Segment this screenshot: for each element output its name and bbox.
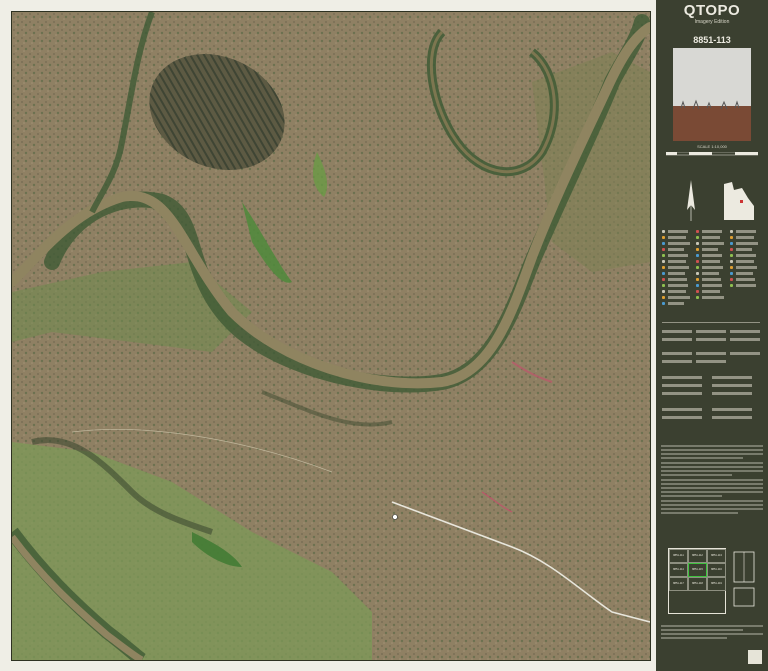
north-arrow-icon [687,180,695,221]
index-sheet-current[interactable]: 8851-115 [688,563,707,577]
index-map: 8851-111 8851-112 8851-113 8851-114 8851… [668,548,726,614]
logo-icon [748,650,762,664]
map-frame [0,0,656,671]
index-sheet[interactable]: 8851-119 [707,577,726,591]
map-subtitle: Imagery Edition [694,19,730,25]
index-sheet[interactable]: 8851-116 [707,563,726,577]
aerial-imagery [12,12,650,660]
index-sheet[interactable]: 8851-114 [669,563,688,577]
aerial-imagery-map[interactable] [11,11,651,661]
state-index-icon [733,551,755,607]
legend [660,230,764,430]
queensland-locator-icon [724,182,754,220]
scale-text: SCALE 1:10,000 [697,144,727,149]
footer-notes [661,625,763,641]
index-sheet[interactable]: 8851-113 [707,549,726,563]
map-title: QTOPO [683,2,741,19]
index-sheet[interactable]: 8851-117 [669,577,688,591]
map-notes [661,445,763,516]
scale-bar [666,152,758,156]
index-sheet[interactable]: 8851-111 [669,549,688,563]
index-sheet[interactable]: 8851-118 [688,577,707,591]
map-legend-panel: QTOPO Imagery Edition 8851-113 SCALE 1:1… [656,0,768,671]
index-sheet[interactable]: 8851-112 [688,549,707,563]
sheet-number: 8851-113 [693,35,731,45]
cover-photo [673,48,751,141]
